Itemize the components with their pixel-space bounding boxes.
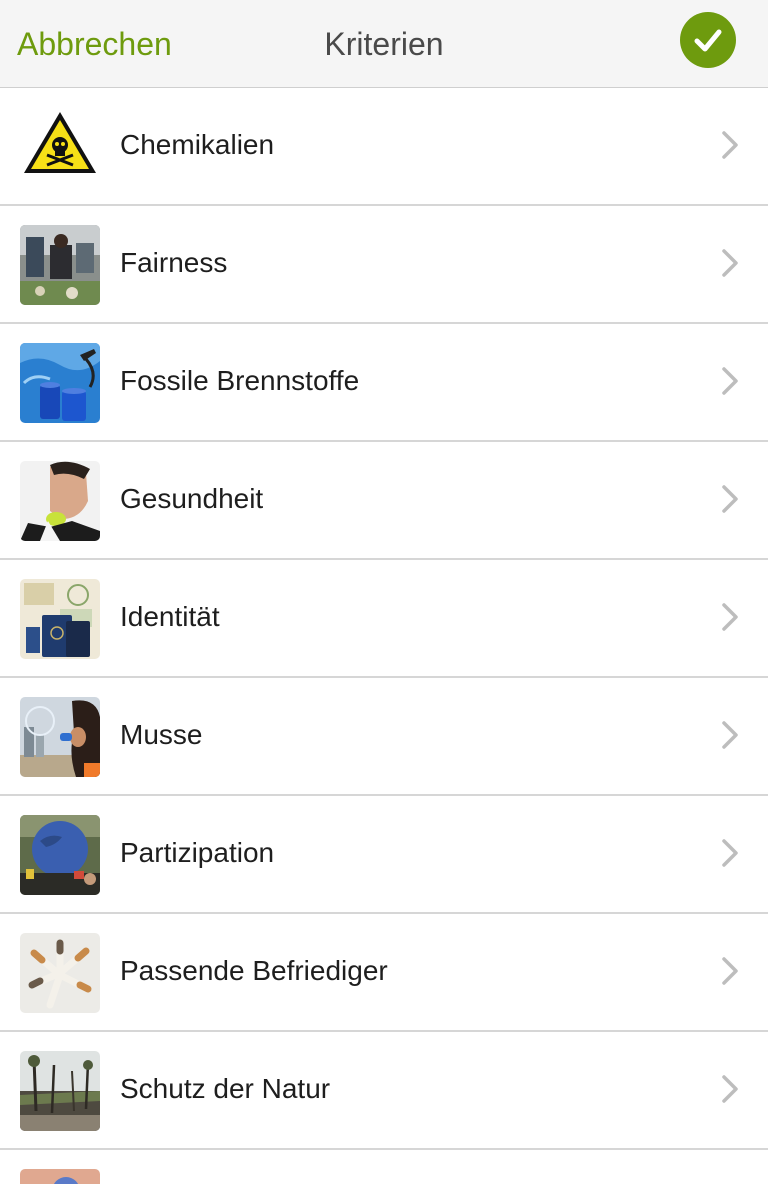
list-item-label: Identität	[120, 601, 220, 632]
chevron-right-icon	[722, 957, 738, 985]
health-photo	[20, 461, 100, 541]
list-item-gesundheit[interactable]: Gesundheit	[0, 442, 768, 560]
toxic-warning-icon	[20, 107, 100, 187]
list-item-passende-befriediger[interactable]: Passende Befriediger	[0, 914, 768, 1032]
nature-photo	[20, 1051, 100, 1131]
nav-bar: Abbrechen Kriterien	[0, 0, 768, 88]
list-item-partizipation[interactable]: Partizipation	[0, 796, 768, 914]
cigarettes-photo	[20, 933, 100, 1013]
list-item-label: Partizipation	[120, 837, 275, 868]
identity-photo	[20, 579, 100, 659]
list-item-fairness[interactable]: Fairness	[0, 206, 768, 324]
chevron-right-icon	[722, 603, 738, 631]
list-item-fossile-brennstoffe[interactable]: Fossile Brennstoffe	[0, 324, 768, 442]
chevron-right-icon	[722, 721, 738, 749]
list-item-label: Musse	[120, 719, 203, 750]
confirm-button[interactable]	[680, 12, 736, 68]
chevron-right-icon	[722, 1075, 738, 1103]
list-item-musse[interactable]: Musse	[0, 678, 768, 796]
list-item-schutz-der-natur[interactable]: Schutz der Natur	[0, 1032, 768, 1150]
participation-photo	[20, 815, 100, 895]
chevron-right-icon	[722, 485, 738, 513]
leisure-photo	[20, 697, 100, 777]
check-icon	[694, 29, 722, 52]
chevron-right-icon	[722, 839, 738, 867]
list-item-label: Passende Befriediger	[120, 955, 388, 986]
chevron-right-icon	[722, 249, 738, 277]
list-item-label: Gesundheit	[120, 483, 264, 514]
list-item-label: Schutz der Natur	[120, 1073, 331, 1104]
list-item-label: Fairness	[120, 247, 228, 278]
fairness-photo	[20, 225, 100, 305]
list-item-identitaet[interactable]: Identität	[0, 560, 768, 678]
list-item-label: Chemikalien	[120, 129, 275, 160]
list-item-label: Fossile Brennstoffe	[120, 365, 360, 396]
fossil-fuels-photo	[20, 343, 100, 423]
criteria-list: Chemikalien Fairness Fossile Brennstoffe…	[0, 88, 768, 1184]
chevron-right-icon	[722, 131, 738, 159]
partial-photo	[20, 1169, 100, 1184]
chevron-right-icon	[722, 367, 738, 395]
list-item-chemikalien[interactable]: Chemikalien	[0, 88, 768, 206]
list-item-partial[interactable]	[0, 1150, 768, 1184]
page-title: Kriterien	[324, 26, 444, 62]
